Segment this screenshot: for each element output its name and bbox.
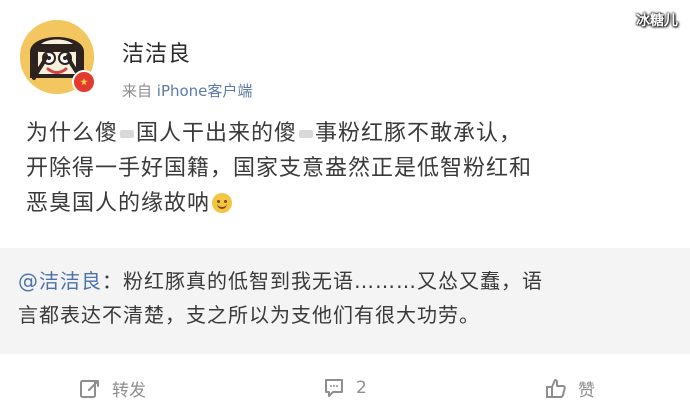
source-prefix: 来自: [122, 82, 157, 100]
post-source: 来自 iPhone客户端: [122, 80, 252, 101]
quoted-line-1-text: ：粉红豚真的低智到我无语………又怂又蠢，语: [102, 269, 543, 293]
like-button[interactable]: 赞: [544, 376, 595, 401]
quoted-mention-link[interactable]: @洁洁良: [18, 269, 102, 293]
post-line-1-part-3: 事粉红豚不敢承认，: [315, 121, 523, 146]
action-bar: 转发 2 赞: [0, 358, 690, 420]
source-app-link[interactable]: iPhone客户端: [157, 82, 253, 100]
post-line-1: 为什么傻 国人干出来的傻 事粉红豚不敢承认，: [26, 116, 666, 151]
repost-icon: [80, 379, 99, 398]
thumbs-up-icon: [546, 378, 566, 398]
post-line-3-text: 恶臭国人的缘故呐: [26, 191, 211, 216]
like-label: 赞: [578, 381, 595, 401]
avatar-container[interactable]: [14, 14, 100, 100]
post-line-1-part-2: 国人干出来的傻: [136, 121, 298, 146]
smile-emoji-icon: [212, 193, 233, 213]
repost-button[interactable]: 转发: [78, 376, 146, 401]
post-line-1-part-1: 为什么傻: [26, 121, 119, 146]
comment-button[interactable]: 2: [322, 376, 367, 400]
quoted-repost[interactable]: @洁洁良：粉红豚真的低智到我无语………又怂又蠢，语 言都表达不清楚，支之所以为支…: [0, 248, 690, 354]
redaction-mark: [299, 130, 314, 138]
redaction-mark: [120, 130, 135, 138]
quoted-text: @洁洁良：粉红豚真的低智到我无语………又怂又蠢，语 言都表达不清楚，支之所以为支…: [18, 264, 668, 332]
post-header: 洁洁良 来自 iPhone客户端: [14, 14, 676, 104]
post-line-2: 开除得一手好国籍，国家支意盎然正是低智粉红和: [26, 156, 533, 181]
quoted-line-1: @洁洁良：粉红豚真的低智到我无语………又怂又蠢，语: [18, 264, 668, 298]
post-text: 为什么傻 国人干出来的傻 事粉红豚不敢承认， 开除得一手好国籍，国家支意盎然正是低智…: [26, 116, 666, 221]
post-line-3: 恶臭国人的缘故呐: [26, 186, 666, 221]
comment-icon: [325, 379, 343, 397]
quoted-line-2: 言都表达不清楚，支之所以为支他们有很大功劳。: [18, 303, 480, 327]
author-name[interactable]: 洁洁良: [122, 36, 191, 68]
repost-label: 转发: [112, 381, 146, 401]
verified-badge-icon: [72, 70, 96, 94]
comment-count: 2: [356, 378, 367, 398]
